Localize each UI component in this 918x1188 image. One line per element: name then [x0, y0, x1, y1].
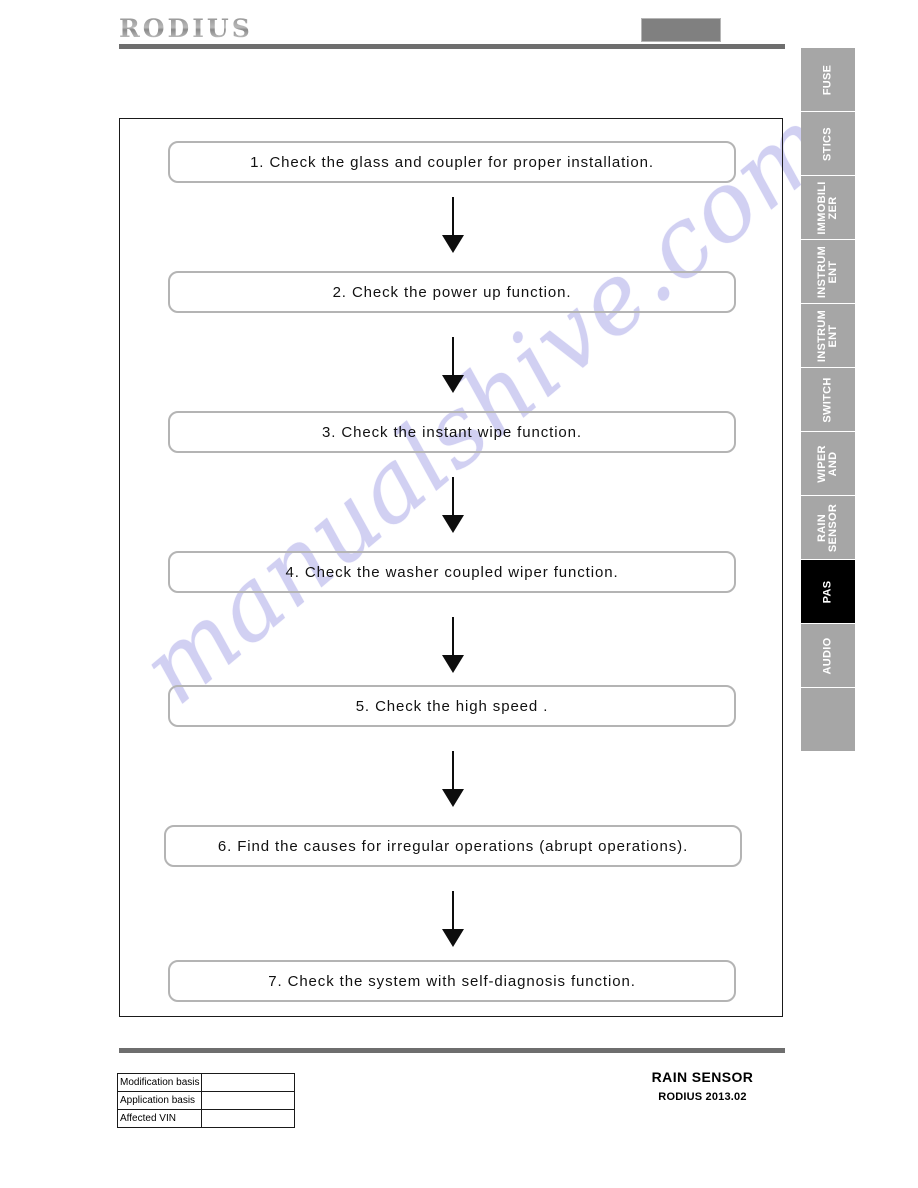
- revision-value-modification-basis: [201, 1073, 295, 1092]
- arrow-head: [442, 515, 464, 533]
- flowchart-step-text: 3. Check the instant wipe function.: [322, 423, 582, 441]
- sidebar-tab-label: RAIN SENSOR: [816, 503, 839, 552]
- flowchart-step-7: 7. Check the system with self-diagnosis …: [168, 960, 736, 1002]
- flowchart-step-text: 6. Find the causes for irregular operati…: [217, 837, 689, 855]
- sidebar-tab-label-line2: ENT: [827, 260, 839, 283]
- footer-model-date: RODIUS 2013.02: [658, 1091, 747, 1103]
- arrow-head: [442, 235, 464, 253]
- sidebar-tab-audio[interactable]: AUDIO: [801, 624, 855, 687]
- sidebar-tab-label: FUSE: [821, 64, 834, 95]
- arrow-head: [442, 375, 464, 393]
- sidebar-tab-fuse[interactable]: FUSE: [801, 48, 855, 111]
- sidebar-tab-label: IMMOBILI ZER: [816, 181, 839, 234]
- flowchart-step-4: 4. Check the washer coupled wiper functi…: [168, 551, 736, 593]
- sidebar-tab-immobilizer[interactable]: IMMOBILI ZER: [801, 176, 855, 239]
- footer-divider-rule: [119, 1048, 785, 1053]
- arrow-head: [442, 929, 464, 947]
- arrow-head: [442, 655, 464, 673]
- arrow-shaft: [452, 891, 454, 933]
- arrow-shaft: [452, 197, 454, 239]
- sidebar-tab-label: PAS: [821, 580, 834, 603]
- sidebar-tab-blank[interactable]: [801, 688, 855, 751]
- table-row: Application basis: [116, 1091, 295, 1110]
- flowchart-arrow-3-4: [442, 477, 464, 533]
- flowchart-step-text: 4. Check the washer coupled wiper functi…: [285, 563, 619, 581]
- sidebar-tab-instrument-1[interactable]: INSTRUM ENT: [801, 240, 855, 303]
- footer-identification: RAIN SENSOR RODIUS 2013.02: [620, 1068, 785, 1105]
- arrow-shaft: [452, 751, 454, 793]
- sidebar-tab-label: STICS: [821, 126, 834, 161]
- flowchart-step-3: 3. Check the instant wipe function.: [168, 411, 736, 453]
- revision-label-application-basis: Application basis: [116, 1091, 203, 1110]
- revision-table: Modification basis Application basis Aff…: [116, 1073, 295, 1128]
- flowchart-step-6: 6. Find the causes for irregular operati…: [164, 825, 742, 867]
- sidebar-tab-label: AUDIO: [821, 637, 834, 674]
- sidebar-tab-rain-sensor[interactable]: RAIN SENSOR: [801, 496, 855, 559]
- sidebar-tab-label: INSTRUM ENT: [816, 245, 839, 297]
- header-gray-placeholder-box: [641, 18, 721, 42]
- flowchart-step-2: 2. Check the power up function.: [168, 271, 736, 313]
- arrow-shaft: [452, 617, 454, 659]
- page-header: RODIUS: [0, 0, 918, 60]
- sidebar-tab-label-line2: ZER: [827, 196, 839, 219]
- arrow-head: [442, 789, 464, 807]
- document-page: manualshive.com RODIUS FUSE STICS IMMOBI…: [0, 0, 918, 1188]
- revision-value-application-basis: [201, 1091, 295, 1110]
- sidebar-tab-label: SWITCH: [821, 376, 834, 423]
- flowchart-arrow-1-2: [442, 197, 464, 253]
- flowchart-step-1: 1. Check the glass and coupler for prope…: [168, 141, 736, 183]
- sidebar-tab-instrument-2[interactable]: INSTRUM ENT: [801, 304, 855, 367]
- sidebar-tab-label: WIPER AND: [816, 445, 839, 483]
- flowchart-step-text: 2. Check the power up function.: [332, 283, 572, 301]
- sidebar-tab-label-line2: AND: [827, 451, 839, 476]
- arrow-shaft: [452, 337, 454, 379]
- revision-label-modification-basis: Modification basis: [116, 1073, 203, 1092]
- flowchart-arrow-6-7: [442, 891, 464, 947]
- arrow-shaft: [452, 477, 454, 519]
- sidebar-tab-label-line2: ENT: [827, 324, 839, 347]
- revision-label-affected-vin: Affected VIN: [116, 1109, 203, 1128]
- footer-section-name: RAIN SENSOR: [651, 1069, 754, 1085]
- flowchart-frame: 1. Check the glass and coupler for prope…: [119, 118, 783, 1017]
- flowchart-arrow-5-6: [442, 751, 464, 807]
- sidebar-tab-stics[interactable]: STICS: [801, 112, 855, 175]
- flowchart-step-5: 5. Check the high speed .: [168, 685, 736, 727]
- flowchart-step-text: 7. Check the system with self-diagnosis …: [268, 972, 636, 990]
- sidebar-tab-switch[interactable]: SWITCH: [801, 368, 855, 431]
- rodius-logo: RODIUS: [119, 14, 253, 43]
- flowchart-step-text: 1. Check the glass and coupler for prope…: [250, 153, 654, 171]
- section-tab-strip[interactable]: FUSE STICS IMMOBILI ZER INSTRUM ENT INST…: [801, 48, 855, 752]
- revision-value-affected-vin: [201, 1109, 295, 1128]
- sidebar-tab-pas[interactable]: PAS: [801, 560, 855, 623]
- sidebar-tab-label-line2: SENSOR: [827, 503, 839, 552]
- table-row: Modification basis: [116, 1073, 295, 1092]
- header-divider-rule: [119, 44, 785, 49]
- flowchart-arrow-2-3: [442, 337, 464, 393]
- flowchart-arrow-4-5: [442, 617, 464, 673]
- flowchart-step-text: 5. Check the high speed .: [355, 697, 549, 715]
- sidebar-tab-label: INSTRUM ENT: [816, 309, 839, 361]
- sidebar-tab-wiper-and[interactable]: WIPER AND: [801, 432, 855, 495]
- table-row: Affected VIN: [116, 1109, 295, 1128]
